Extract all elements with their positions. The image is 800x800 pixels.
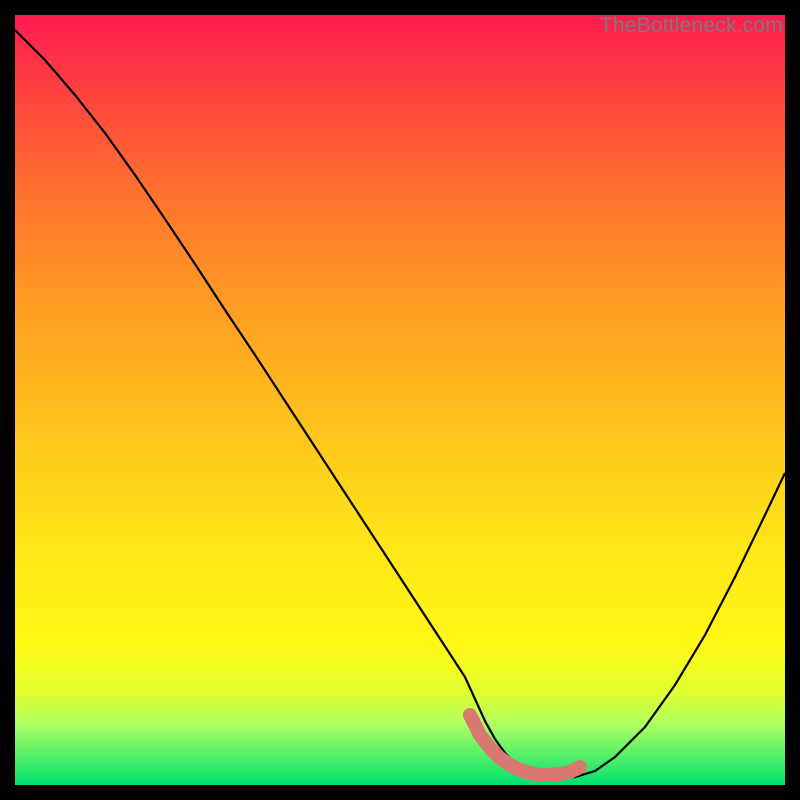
bottleneck-curve-path xyxy=(15,30,785,778)
chart-svg xyxy=(15,15,785,785)
watermark-text: TheBottleneck.com xyxy=(600,14,783,38)
plot-frame: TheBottleneck.com xyxy=(15,15,785,785)
